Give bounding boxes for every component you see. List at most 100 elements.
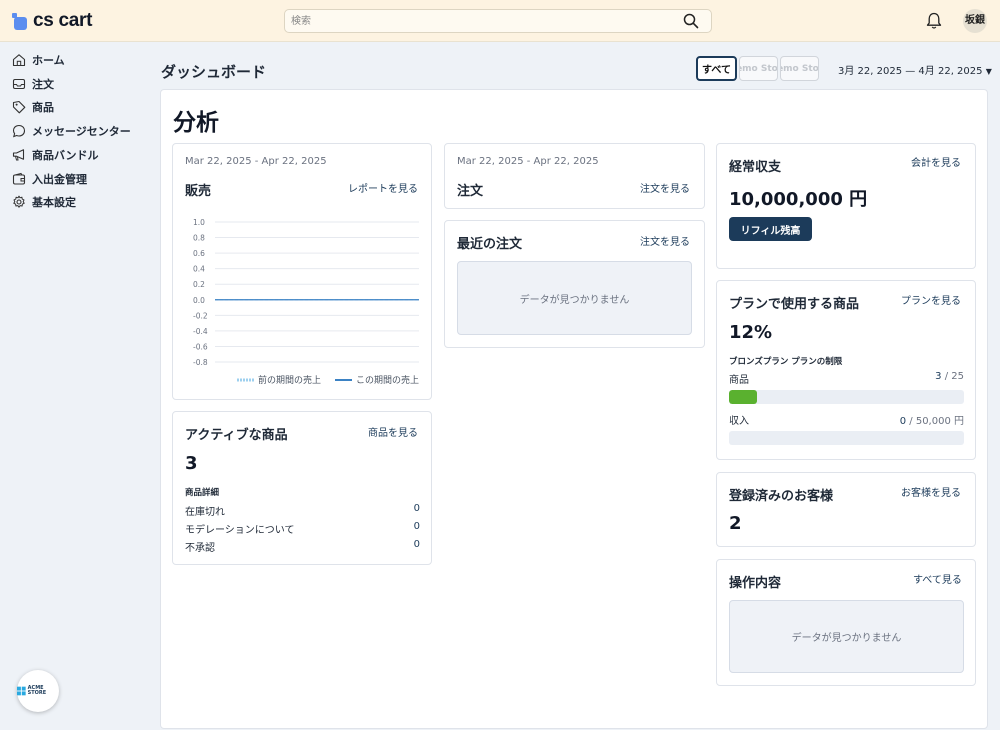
chart-y-tick-label: -0.2 [193, 311, 208, 320]
chart-y-tick-label: -0.8 [193, 358, 208, 367]
accounting-view-link[interactable]: 会計を見る [911, 154, 961, 169]
plan-limits-title: ブロンズプラン プランの制限 [729, 357, 843, 367]
balance-value: 10,000,000 円 [729, 189, 868, 210]
active-products-count: 3 [185, 453, 198, 474]
plan-revenue-usage: 0 / 50,000 円 [860, 412, 964, 427]
orders-date: Mar 22, 2025 - Apr 22, 2025 [457, 156, 599, 167]
products-view-link[interactable]: 商品を見る [368, 424, 418, 439]
sidebar-item-home[interactable]: ホーム [12, 51, 65, 69]
refill-balance-button[interactable]: リフィル残高 [729, 217, 812, 241]
date-range-picker[interactable]: 3月 22, 2025 — 4月 22, 2025 ▼ [838, 62, 992, 77]
page-title: ダッシュボード [161, 63, 267, 81]
plan-revenue-used: 0 [899, 416, 907, 427]
chart-legend-label: この期間の売上 [356, 374, 419, 386]
plan-products-used: 3 [935, 371, 942, 382]
moderation-label: モデレーションについて [185, 525, 295, 536]
date-range-text: 3月 22, 2025 — 4月 22, 2025 [838, 66, 983, 77]
bell-icon[interactable] [926, 12, 942, 33]
sidebar-item-settings[interactable]: 基本設定 [12, 193, 76, 211]
plan-revenue-progress [729, 431, 964, 445]
plan-view-link[interactable]: プランを見る [901, 292, 961, 307]
sidebar-item-label: 基本設定 [32, 196, 76, 209]
store-filter-demo-1[interactable]: Demo Store [739, 56, 778, 81]
inbox-icon [12, 78, 26, 90]
active-products-title: アクティブな商品 [185, 428, 288, 443]
plan-products-label: 商品 [729, 375, 749, 386]
avatar[interactable]: 坂銀 [963, 9, 987, 33]
wallet-icon [12, 172, 26, 185]
store-filter-demo-2[interactable]: Demo Store [780, 56, 819, 81]
plan-revenue-limit: / 50,000 円 [909, 416, 964, 427]
recent-orders-link[interactable]: 注文を見る [640, 233, 690, 248]
store-logo[interactable]: ACME STORE [17, 670, 59, 712]
logo[interactable]: cs cart [12, 10, 92, 32]
section-title: 分析 [173, 110, 219, 136]
out-of-stock-label: 在庫切れ [185, 507, 225, 518]
chat-icon [12, 124, 26, 138]
search-bar [284, 9, 712, 33]
store-filter-all[interactable]: すべて [696, 56, 737, 81]
sidebar-item-label: 入出金管理 [32, 173, 87, 186]
top-bar: cs cart 坂銀 [0, 0, 1000, 42]
sidebar: ホーム 注文 商品 メッセージセンター 商品バンドル 入出金管理 基本設定 AC… [0, 43, 148, 730]
sidebar-item-accounting[interactable]: 入出金管理 [12, 170, 87, 188]
sidebar-item-message-center[interactable]: メッセージセンター [12, 122, 131, 140]
logo-icon [12, 12, 29, 30]
sidebar-item-label: 注文 [32, 78, 54, 91]
sidebar-item-products[interactable]: 商品 [12, 98, 54, 116]
activity-empty: データが見つかりません [729, 600, 964, 673]
product-details-title: 商品詳細 [185, 488, 220, 498]
home-icon [12, 54, 26, 67]
sales-report-link[interactable]: レポートを見る [348, 180, 418, 195]
logo-text: cs cart [33, 10, 93, 31]
chart-y-tick-label: 0.8 [193, 234, 205, 243]
recent-orders-title: 最近の注文 [457, 237, 523, 252]
sidebar-item-label: ホーム [32, 54, 65, 67]
gear-icon [13, 195, 25, 208]
recent-orders-empty: データが見つかりません [457, 261, 692, 335]
chart-y-tick-label: 0.6 [193, 249, 205, 258]
chart-y-tick-label: 0.4 [193, 265, 205, 274]
search-input[interactable] [285, 10, 665, 32]
customers-title: 登録済みのお客様 [729, 489, 834, 504]
sales-title: 販売 [185, 184, 212, 199]
activity-view-all-link[interactable]: すべて見る [913, 571, 962, 586]
store-logo-icon [17, 686, 26, 696]
store-logo-text: ACME STORE [27, 685, 47, 696]
chart-y-tick-label: 1.0 [193, 218, 205, 227]
moderation-value[interactable]: 0 [400, 521, 420, 532]
chart-legend-label: 前の期間の売上 [258, 374, 321, 386]
sidebar-item-product-bundles[interactable]: 商品バンドル [12, 146, 99, 164]
disapproved-value[interactable]: 0 [400, 539, 420, 550]
sales-chart: 1.0 0.8 0.6 0.4 0.2 0.0 -0.2 -0.4 -0.6 -0.8 前の期間の売… [193, 218, 419, 386]
search-icon[interactable] [683, 13, 699, 32]
sidebar-item-label: メッセージセンター [32, 125, 131, 138]
chart-y-tick-label: 0.0 [193, 296, 205, 305]
chart-y-tick-label: 0.2 [193, 280, 205, 289]
tag-icon [12, 100, 26, 114]
megaphone-icon [12, 149, 25, 161]
orders-title: 注文 [457, 184, 484, 199]
sidebar-item-label: 商品 [32, 101, 54, 114]
sales-date: Mar 22, 2025 - Apr 22, 2025 [185, 156, 327, 167]
sidebar-item-orders[interactable]: 注文 [12, 75, 54, 93]
chart-y-tick-label: -0.4 [193, 327, 208, 336]
plan-products-usage: 3 / 25 [880, 371, 964, 382]
plan-percent: 12% [729, 322, 773, 343]
orders-card [444, 143, 705, 209]
plan-title: プランで使用する商品 [729, 297, 860, 312]
customers-count: 2 [729, 513, 742, 534]
balance-title: 経常収支 [729, 160, 782, 175]
plan-revenue-label: 収入 [729, 416, 749, 427]
customers-view-link[interactable]: お客様を見る [901, 484, 961, 499]
orders-view-link[interactable]: 注文を見る [640, 180, 690, 195]
sidebar-item-label: 商品バンドル [32, 149, 99, 162]
plan-products-progress-fill [729, 390, 758, 404]
out-of-stock-value[interactable]: 0 [400, 503, 420, 514]
plan-products-limit: / 25 [944, 371, 964, 382]
plan-products-progress [729, 390, 964, 404]
disapproved-label: 不承認 [185, 543, 215, 554]
caret-down-icon: ▼ [985, 67, 992, 76]
activity-title: 操作内容 [729, 576, 782, 591]
chart-y-tick-label: -0.6 [193, 342, 208, 351]
